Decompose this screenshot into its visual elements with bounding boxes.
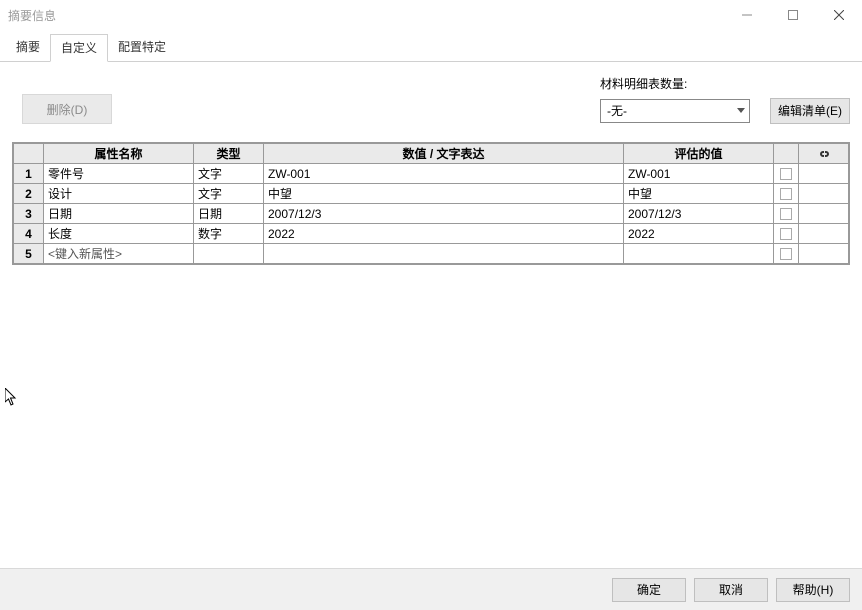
close-button[interactable] [816, 0, 862, 30]
cell-name-placeholder[interactable]: <键入新属性> [44, 244, 194, 264]
row-index: 1 [14, 164, 44, 184]
header-value: 数值 / 文字表达 [264, 144, 624, 164]
header-link-icon [799, 144, 849, 164]
cell-eval: 2022 [624, 224, 774, 244]
cell-eval [624, 244, 774, 264]
table-row[interactable]: 4 长度 数字 2022 2022 [14, 224, 849, 244]
table-row[interactable]: 5 <键入新属性> [14, 244, 849, 264]
header-type: 类型 [194, 144, 264, 164]
table-row[interactable]: 3 日期 日期 2007/12/3 2007/12/3 [14, 204, 849, 224]
row-index: 2 [14, 184, 44, 204]
cell-checkbox[interactable] [774, 244, 799, 264]
cell-eval: 2007/12/3 [624, 204, 774, 224]
cell-type[interactable]: 文字 [194, 184, 264, 204]
cell-value[interactable]: 2022 [264, 224, 624, 244]
cell-eval: ZW-001 [624, 164, 774, 184]
cell-value[interactable] [264, 244, 624, 264]
cell-name[interactable]: 长度 [44, 224, 194, 244]
properties-table: 属性名称 类型 数值 / 文字表达 评估的值 1 零件号 文字 ZW-001 Z… [12, 142, 850, 265]
cell-value[interactable]: 2007/12/3 [264, 204, 624, 224]
maximize-button[interactable] [770, 0, 816, 30]
window-titlebar: 摘要信息 [0, 0, 862, 30]
cell-value[interactable]: 中望 [264, 184, 624, 204]
checkbox-icon [780, 168, 792, 180]
header-checkbox [774, 144, 799, 164]
tab-summary[interactable]: 摘要 [6, 34, 50, 61]
chevron-down-icon [737, 108, 745, 113]
cell-name[interactable]: 日期 [44, 204, 194, 224]
cell-checkbox[interactable] [774, 164, 799, 184]
table-row[interactable]: 2 设计 文字 中望 中望 [14, 184, 849, 204]
tab-custom[interactable]: 自定义 [50, 34, 108, 62]
checkbox-icon [780, 208, 792, 220]
cell-type[interactable]: 日期 [194, 204, 264, 224]
cell-link[interactable] [799, 164, 849, 184]
table-row[interactable]: 1 零件号 文字 ZW-001 ZW-001 [14, 164, 849, 184]
cell-link[interactable] [799, 184, 849, 204]
cell-link[interactable] [799, 224, 849, 244]
row-index: 3 [14, 204, 44, 224]
cell-link[interactable] [799, 244, 849, 264]
cell-checkbox[interactable] [774, 204, 799, 224]
bom-quantity-value: -无- [607, 102, 627, 119]
header-corner [14, 144, 44, 164]
bom-quantity-select[interactable]: -无- [600, 99, 750, 123]
table-header-row: 属性名称 类型 数值 / 文字表达 评估的值 [14, 144, 849, 164]
cell-checkbox[interactable] [774, 224, 799, 244]
cell-eval: 中望 [624, 184, 774, 204]
delete-button: 删除(D) [22, 94, 112, 124]
cell-name[interactable]: 零件号 [44, 164, 194, 184]
tab-config[interactable]: 配置特定 [108, 34, 176, 61]
ok-button[interactable]: 确定 [612, 578, 686, 602]
cell-link[interactable] [799, 204, 849, 224]
cell-type[interactable]: 文字 [194, 164, 264, 184]
header-name: 属性名称 [44, 144, 194, 164]
edit-list-button[interactable]: 编辑清单(E) [770, 98, 850, 124]
cursor-icon [5, 388, 19, 408]
tab-row: 摘要 自定义 配置特定 [0, 30, 862, 62]
cell-name[interactable]: 设计 [44, 184, 194, 204]
help-button[interactable]: 帮助(H) [776, 578, 850, 602]
cell-type[interactable] [194, 244, 264, 264]
checkbox-icon [780, 188, 792, 200]
window-title: 摘要信息 [8, 7, 56, 24]
bom-quantity-label: 材料明细表数量: [600, 75, 687, 92]
dialog-footer: 确定 取消 帮助(H) [0, 568, 862, 610]
row-index: 4 [14, 224, 44, 244]
checkbox-icon [780, 248, 792, 260]
checkbox-icon [780, 228, 792, 240]
cell-checkbox[interactable] [774, 184, 799, 204]
cancel-button[interactable]: 取消 [694, 578, 768, 602]
cell-type[interactable]: 数字 [194, 224, 264, 244]
header-eval: 评估的值 [624, 144, 774, 164]
cell-value[interactable]: ZW-001 [264, 164, 624, 184]
row-index: 5 [14, 244, 44, 264]
minimize-button[interactable] [724, 0, 770, 30]
